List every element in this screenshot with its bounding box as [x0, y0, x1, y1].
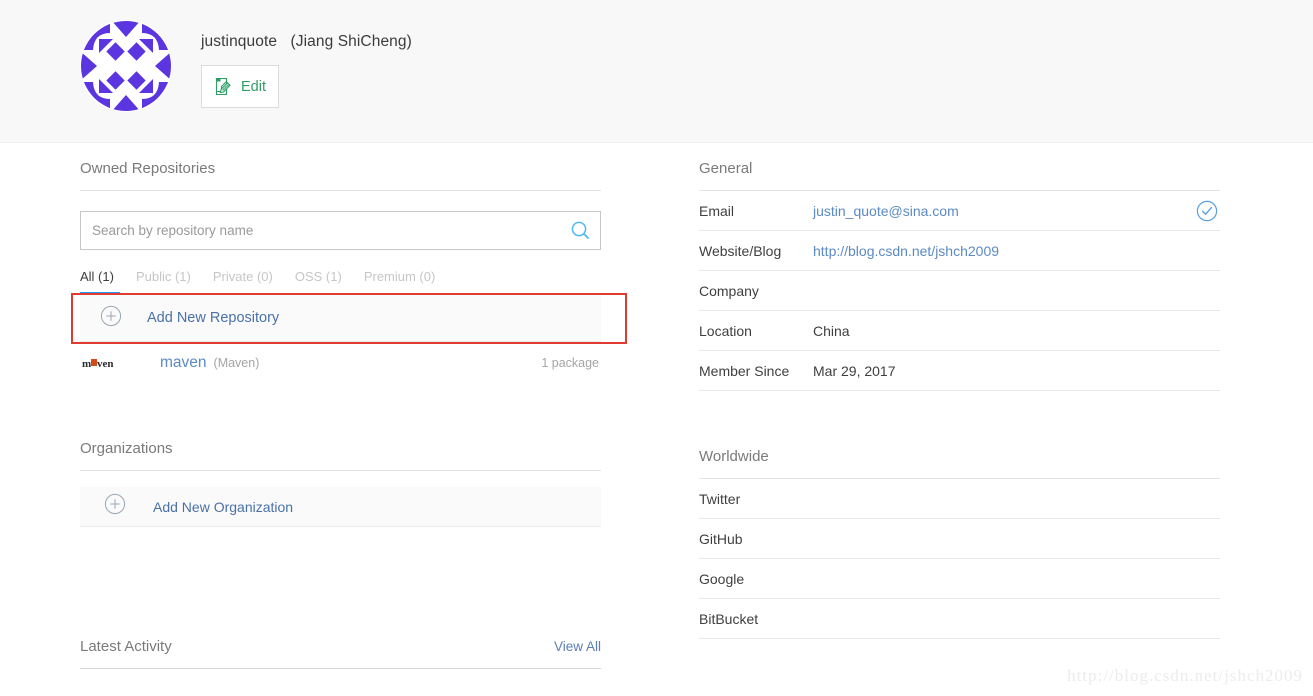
- info-value-website[interactable]: http://blog.csdn.net/jshch2009: [813, 243, 999, 259]
- avatar: [80, 20, 172, 112]
- info-label-company: Company: [699, 282, 759, 299]
- general-info-table: Email justin_quote@sina.com Website/Blog…: [699, 191, 1220, 391]
- repository-row[interactable]: m ven maven (Maven) 1 package: [80, 342, 601, 383]
- social-row-bitbucket[interactable]: BitBucket: [699, 599, 1220, 639]
- identicon-avatar-icon: [81, 21, 171, 111]
- social-row-github[interactable]: GitHub: [699, 519, 1220, 559]
- worldwide-panel: Worldwide Twitter GitHub Google BitBucke…: [699, 448, 1220, 639]
- verified-check-icon: [1196, 200, 1218, 227]
- tab-private[interactable]: Private (0): [213, 269, 287, 295]
- info-value-email[interactable]: justin_quote@sina.com: [813, 203, 959, 219]
- info-label-member-since: Member Since: [699, 362, 790, 379]
- repository-name[interactable]: maven: [160, 354, 207, 372]
- social-row-twitter[interactable]: Twitter: [699, 479, 1220, 519]
- add-new-organization-label: Add New Organization: [153, 498, 294, 515]
- worldwide-table: Twitter GitHub Google BitBucket: [699, 479, 1220, 639]
- info-label-location: Location: [699, 322, 752, 339]
- tab-premium[interactable]: Premium (0): [364, 269, 450, 295]
- repository-filter-tabs: All (1) Public (1) Private (0) OSS (1) P…: [80, 269, 601, 295]
- latest-activity-panel: Latest Activity View All: [80, 638, 601, 669]
- info-row-location: Location China: [699, 311, 1220, 351]
- info-row-email: Email justin_quote@sina.com: [699, 191, 1220, 231]
- profile-identity: justinquote (Jiang ShiCheng): [201, 33, 412, 51]
- tab-all[interactable]: All (1): [80, 269, 120, 295]
- owned-repositories-title: Owned Repositories: [80, 160, 601, 191]
- general-panel: General Email justin_quote@sina.com Webs…: [699, 160, 1220, 391]
- info-row-company: Company: [699, 271, 1220, 311]
- info-row-member-since: Member Since Mar 29, 2017: [699, 351, 1220, 391]
- plus-circle-icon: [100, 305, 122, 332]
- svg-text:ven: ven: [97, 358, 114, 370]
- info-value-location: China: [813, 322, 850, 339]
- svg-text:m: m: [82, 358, 91, 370]
- plus-circle-icon: [104, 493, 126, 520]
- add-new-repository-label: Add New Repository: [147, 310, 280, 326]
- info-value-member-since: Mar 29, 2017: [813, 362, 896, 379]
- add-new-repository-row[interactable]: Add New Repository: [80, 295, 601, 342]
- latest-activity-header: Latest Activity View All: [80, 638, 601, 669]
- edit-pencil-icon: [213, 76, 234, 97]
- edit-profile-button[interactable]: Edit: [201, 65, 279, 108]
- profile-header: justinquote (Jiang ShiCheng) Edit: [0, 0, 1313, 143]
- repository-search-input[interactable]: [80, 211, 601, 250]
- tab-public[interactable]: Public (1): [136, 269, 205, 295]
- profile-username: justinquote: [201, 33, 278, 50]
- general-title: General: [699, 160, 1220, 191]
- view-all-link[interactable]: View All: [554, 639, 601, 654]
- latest-activity-title: Latest Activity: [80, 638, 172, 655]
- organizations-panel: Organizations Add New Organization: [80, 440, 601, 527]
- info-row-website: Website/Blog http://blog.csdn.net/jshch2…: [699, 231, 1220, 271]
- tab-oss[interactable]: OSS (1): [295, 269, 356, 295]
- watermark-text: http://blog.csdn.net/jshch2009: [1067, 666, 1303, 685]
- search-icon[interactable]: [570, 220, 591, 246]
- repository-search: [80, 211, 601, 250]
- social-row-google[interactable]: Google: [699, 559, 1220, 599]
- edit-profile-label: Edit: [241, 78, 266, 95]
- worldwide-title: Worldwide: [699, 448, 1220, 479]
- repository-package-count: 1 package: [541, 355, 599, 370]
- owned-repositories-panel: Owned Repositories All (1) Public (1) Pr…: [80, 160, 601, 383]
- info-label-email: Email: [699, 202, 735, 219]
- maven-logo-icon: m ven: [82, 356, 124, 370]
- profile-realname: (Jiang ShiCheng): [290, 33, 412, 50]
- add-new-organization-row[interactable]: Add New Organization: [80, 487, 601, 527]
- info-label-website: Website/Blog: [699, 242, 782, 259]
- organizations-title: Organizations: [80, 440, 601, 471]
- repository-type: (Maven): [213, 355, 260, 370]
